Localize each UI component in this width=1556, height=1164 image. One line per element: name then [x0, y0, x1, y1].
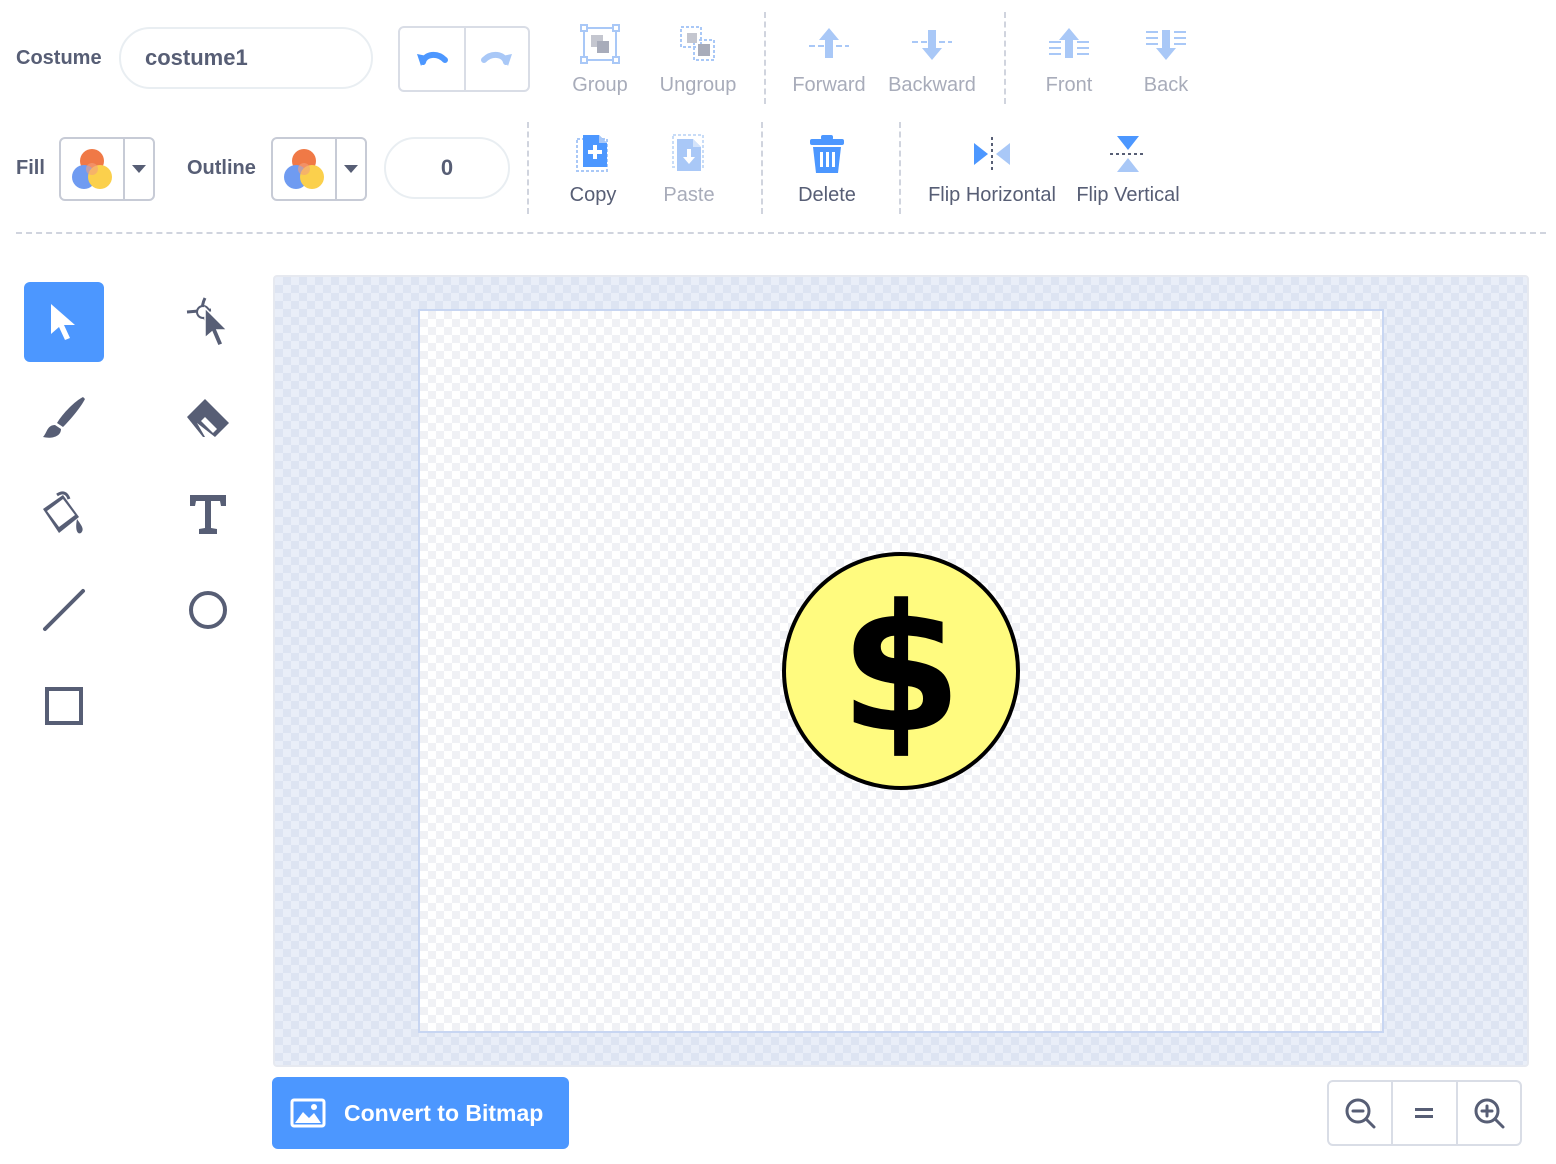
back-label: Back [1143, 74, 1189, 96]
flip-horizontal-button[interactable]: Flip Horizontal [927, 132, 1057, 207]
paste-button[interactable]: Paste [641, 132, 737, 207]
delete-label: Delete [798, 184, 856, 206]
divider [527, 122, 529, 214]
trash-icon [810, 135, 844, 173]
fill-tool[interactable] [24, 474, 104, 554]
fill-color-picker[interactable] [59, 137, 155, 201]
paste-icon [672, 134, 704, 171]
zoom-controls [1327, 1080, 1522, 1146]
back-button[interactable]: Back [1118, 22, 1214, 97]
group-label: Group [572, 74, 628, 96]
costume-label: Costume [16, 47, 102, 69]
arrow-cursor-icon [51, 304, 75, 340]
brush-icon [43, 397, 85, 438]
costume-name-input[interactable]: costume1 [119, 27, 373, 89]
rectangle-icon [45, 687, 83, 725]
eraser-icon [187, 399, 229, 437]
dollar-coin-shape[interactable]: $ [780, 550, 1022, 792]
convert-to-bitmap-label: Convert to Bitmap [344, 1099, 544, 1126]
divider [899, 122, 901, 214]
fill-color-swatch [61, 139, 123, 199]
color-mixed-icon [72, 149, 112, 189]
zoom-in-button[interactable] [1455, 1082, 1520, 1144]
divider [764, 12, 766, 104]
backward-button[interactable]: Backward [884, 22, 980, 97]
front-label: Front [1045, 74, 1093, 96]
circle-tool[interactable] [168, 570, 248, 650]
copy-icon [576, 135, 608, 172]
undo-button[interactable] [400, 28, 464, 90]
line-icon [43, 589, 85, 631]
reshape-tool[interactable] [168, 282, 248, 362]
zoom-reset-button[interactable] [1391, 1082, 1455, 1144]
select-tool[interactable] [24, 282, 104, 362]
outline-label: Outline [187, 157, 256, 179]
fill-label: Fill [16, 157, 45, 179]
ungroup-button[interactable]: Ungroup [650, 22, 746, 97]
ungroup-icon [680, 26, 715, 61]
copy-button[interactable]: Copy [545, 132, 641, 207]
eraser-tool[interactable] [168, 378, 248, 458]
forward-button[interactable]: Forward [781, 22, 877, 97]
text-tool[interactable] [168, 474, 248, 554]
caret-down-icon [132, 165, 146, 173]
backward-label: Backward [888, 74, 976, 96]
outline-width-input[interactable]: 0 [384, 137, 510, 199]
dollar-sign-glyph: $ [840, 567, 962, 772]
outline-width-value: 0 [440, 155, 454, 180]
toolbar-separator [16, 232, 1546, 234]
paste-label: Paste [663, 184, 715, 206]
redo-icon [481, 52, 512, 66]
flip-vertical-icon [1110, 136, 1146, 172]
outline-color-picker[interactable] [271, 137, 367, 201]
group-icon [580, 24, 620, 64]
front-button[interactable]: Front [1021, 22, 1117, 97]
zoom-out-icon [1345, 1098, 1376, 1129]
divider [761, 122, 763, 214]
zoom-in-icon [1474, 1098, 1505, 1129]
rectangle-tool[interactable] [24, 666, 104, 746]
delete-button[interactable]: Delete [779, 132, 875, 207]
outline-dropdown[interactable] [335, 139, 365, 199]
forward-label: Forward [792, 74, 866, 96]
line-tool[interactable] [24, 570, 104, 650]
text-t-icon [190, 495, 226, 534]
divider [1004, 12, 1006, 104]
convert-to-bitmap-button[interactable]: Convert to Bitmap [272, 1077, 569, 1149]
ungroup-label: Ungroup [659, 74, 737, 96]
image-icon [290, 1098, 326, 1128]
costume-name-value: costume1 [145, 45, 248, 70]
undo-redo-group [398, 26, 530, 92]
flip-vertical-button[interactable]: Flip Vertical [1072, 132, 1184, 207]
undo-icon [417, 52, 448, 66]
arrow-down-icon [912, 30, 952, 60]
arrow-up-icon [809, 28, 849, 58]
flip-vertical-label: Flip Vertical [1076, 184, 1180, 206]
group-button[interactable]: Group [552, 22, 648, 97]
bring-to-front-icon [1049, 28, 1089, 58]
reshape-icon [186, 297, 229, 347]
brush-tool[interactable] [24, 378, 104, 458]
fill-dropdown[interactable] [123, 139, 153, 199]
caret-down-icon [344, 165, 358, 173]
circle-icon [189, 591, 227, 629]
color-mixed-icon [284, 149, 324, 189]
outline-color-swatch [273, 139, 335, 199]
zoom-out-button[interactable] [1329, 1082, 1391, 1144]
equals-icon [1415, 1108, 1434, 1118]
flip-horizontal-label: Flip Horizontal [928, 184, 1056, 206]
send-to-back-icon [1146, 30, 1186, 60]
copy-label: Copy [569, 184, 617, 206]
redo-button[interactable] [464, 28, 528, 90]
paint-bucket-icon [43, 491, 83, 534]
flip-horizontal-icon [974, 137, 1010, 171]
